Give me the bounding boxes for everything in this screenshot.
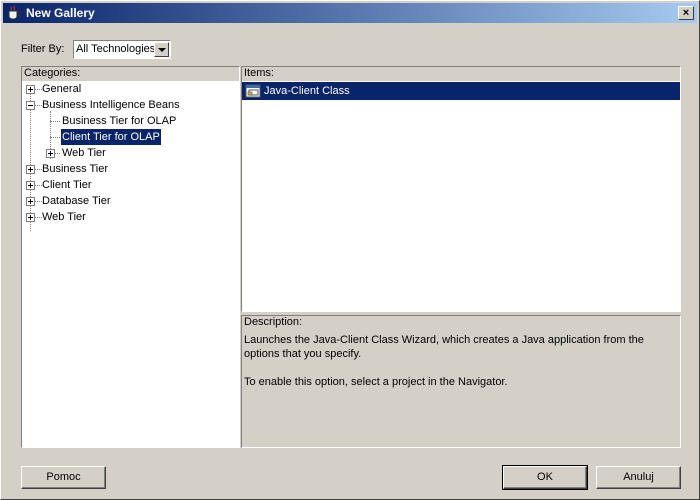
java-class-icon <box>245 84 261 98</box>
tree-item-label: Business Intelligence Beans <box>42 99 180 111</box>
title-bar[interactable]: New Gallery × <box>3 3 697 23</box>
ok-button[interactable]: OK <box>502 465 588 490</box>
filter-value: All Technologies <box>76 43 156 55</box>
collapse-minus-icon[interactable] <box>26 101 35 110</box>
expand-plus-icon[interactable] <box>26 181 35 190</box>
jdeveloper-icon <box>8 5 21 20</box>
description-text: Launches the Java-Client Class Wizard, w… <box>244 334 644 360</box>
cancel-button[interactable]: Anuluj <box>596 466 681 489</box>
expand-plus-icon[interactable] <box>26 85 35 94</box>
description-body: Launches the Java-Client Class Wizard, w… <box>242 330 680 447</box>
help-button[interactable]: Pomoc <box>21 466 106 489</box>
description-panel: Description: Launches the Java-Client Cl… <box>241 315 681 448</box>
expand-plus-icon[interactable] <box>26 197 35 206</box>
tree-item-label: Business Tier <box>42 163 109 175</box>
expand-plus-icon[interactable] <box>26 165 35 174</box>
expand-plus-icon[interactable] <box>46 149 55 158</box>
description-hint: To enable this option, select a project … <box>244 376 508 388</box>
new-gallery-dialog: New Gallery × Filter By: All Technologie… <box>0 0 700 500</box>
categories-panel: Categories: General Business Intelligenc… <box>21 66 240 448</box>
window-title: New Gallery <box>26 6 95 20</box>
tree-item-label: General <box>42 83 82 95</box>
description-header: Description: <box>242 316 680 331</box>
tree-item-label: Database Tier <box>42 195 111 207</box>
items-header: Items: <box>242 67 680 82</box>
close-icon: × <box>682 7 690 19</box>
close-button[interactable]: × <box>678 6 694 20</box>
tree-item-label: Web Tier <box>42 211 86 223</box>
list-item-label: Java-Client Class <box>264 85 350 97</box>
categories-header: Categories: <box>22 67 239 82</box>
tree-item-label: Web Tier <box>62 147 106 159</box>
filter-label: Filter By: <box>21 43 65 55</box>
items-list[interactable]: Java-Client Class <box>242 81 680 311</box>
items-panel: Items: Java-Client Class <box>241 66 681 312</box>
tree-item-label: Client Tier for OLAP <box>60 128 162 146</box>
filter-select[interactable]: All Technologies <box>73 40 171 59</box>
tree-item-label: Business Tier for OLAP <box>62 115 177 127</box>
expand-plus-icon[interactable] <box>26 213 35 222</box>
list-item-java-client-class[interactable]: Java-Client Class <box>242 82 680 100</box>
chevron-down-icon[interactable] <box>154 42 169 57</box>
tree-item-label: Client Tier <box>42 179 92 191</box>
categories-tree[interactable]: General Business Intelligence Beans Busi… <box>22 81 239 447</box>
